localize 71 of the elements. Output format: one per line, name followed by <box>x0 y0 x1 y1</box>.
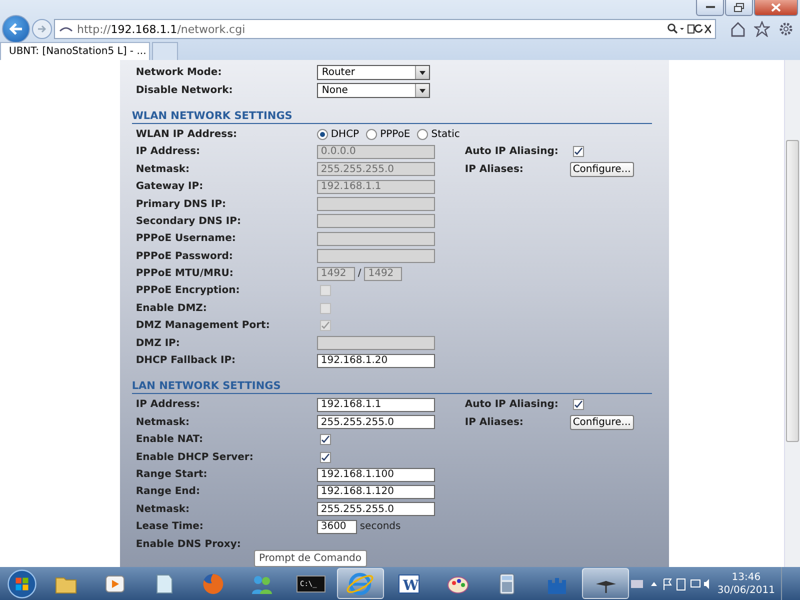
section-heading: LAN NETWORK SETTINGS <box>132 380 652 394</box>
field-label: Range End: <box>136 486 201 498</box>
input-field[interactable]: 192.168.1.100 <box>316 468 435 482</box>
restore-icon[interactable] <box>734 3 744 12</box>
field-label: Enable DMZ: <box>136 302 208 314</box>
separator-text: / <box>358 268 362 280</box>
minimize-button[interactable] <box>696 0 724 16</box>
input-field[interactable]: 255.255.255.0 <box>316 502 435 516</box>
field-label: PPPoE MTU/MRU: <box>136 268 234 280</box>
unit-text: seconds <box>360 521 401 532</box>
field-label: Auto IP Aliasing: <box>464 399 560 410</box>
input-field[interactable]: 255.255.255.0 <box>316 415 435 430</box>
radio-option[interactable]: Static <box>417 128 460 140</box>
back-arrow-icon[interactable] <box>9 23 23 35</box>
field-label: Enable NAT: <box>136 434 204 446</box>
checkbox[interactable] <box>320 434 331 446</box>
field-label: IP Address: <box>136 399 202 410</box>
field-label: IP Address: <box>136 146 202 158</box>
field-label: Disable Network: <box>136 84 234 96</box>
settings-icon[interactable] <box>778 21 794 37</box>
field-label: Secondary DNS IP: <box>136 216 242 227</box>
field-label: DMZ Management Port: <box>136 320 271 332</box>
address-tools-icon <box>667 23 711 35</box>
restore-button[interactable] <box>725 0 753 16</box>
tooltip: Prompt de Comando <box>254 550 367 567</box>
field-label: Netmask: <box>136 164 191 175</box>
back-button[interactable] <box>2 15 30 43</box>
field-label: IP Aliases: <box>464 164 524 175</box>
field-label: Lease Time: <box>136 521 204 532</box>
radio-option[interactable]: PPPoE <box>366 128 410 140</box>
dropdown-field[interactable]: None <box>316 82 430 98</box>
field-label: Gateway IP: <box>136 181 204 192</box>
checkbox[interactable] <box>320 452 331 463</box>
field-label: IP Aliases: <box>464 416 524 428</box>
browser-tab[interactable]: UBNT: [NanoStation5 L] - ... <box>0 42 150 60</box>
site-icon <box>59 25 73 33</box>
field-label: Netmask: <box>136 504 191 515</box>
field-label: Range Start: <box>136 469 208 480</box>
input-field[interactable]: 192.168.1.120 <box>316 484 435 499</box>
word-icon[interactable]: W <box>397 572 422 596</box>
field-label: Enable DHCP Server: <box>136 452 254 463</box>
field-label: PPPoE Password: <box>136 250 234 262</box>
field-label: PPPoE Encryption: <box>136 285 241 296</box>
start-orb-icon[interactable] <box>7 568 38 598</box>
clock-time: 13:46 <box>732 570 761 584</box>
field-label: DHCP Fallback IP: <box>136 355 237 366</box>
star-icon[interactable] <box>754 21 770 37</box>
field-label: Enable DNS Proxy: <box>136 538 242 550</box>
section-heading: WLAN NETWORK SETTINGS <box>132 110 652 124</box>
input-field[interactable]: 192.168.1.1 <box>316 398 435 412</box>
tray-icons-icon[interactable] <box>631 576 712 590</box>
home-icon[interactable] <box>730 21 746 37</box>
field-label: Netmask: <box>136 416 191 428</box>
checkbox[interactable] <box>572 399 584 410</box>
scrollbar[interactable] <box>784 60 800 567</box>
input-field[interactable]: 3600 <box>316 520 357 534</box>
radio-option[interactable]: DHCP <box>316 128 360 140</box>
input-field[interactable]: 192.168.1.20 <box>316 354 435 368</box>
minimize-icon[interactable] <box>706 6 714 9</box>
close-icon[interactable] <box>771 3 781 12</box>
field-label: PPPoE Username: <box>136 233 237 244</box>
field-label: Auto IP Aliasing: <box>464 146 560 158</box>
close-button[interactable] <box>754 0 798 16</box>
configure-button[interactable]: Configure... <box>570 414 634 430</box>
address-bar[interactable]: http://192.168.1.1/network.cgi <box>54 19 716 39</box>
dropdown-field[interactable]: Router <box>316 65 430 80</box>
field-label: WLAN IP Address: <box>136 128 238 140</box>
field-label: Network Mode: <box>136 67 223 78</box>
field-label: DMZ IP: <box>136 338 181 349</box>
field-label: Primary DNS IP: <box>136 198 228 210</box>
clock-date: 30/06/2011 <box>717 584 775 596</box>
